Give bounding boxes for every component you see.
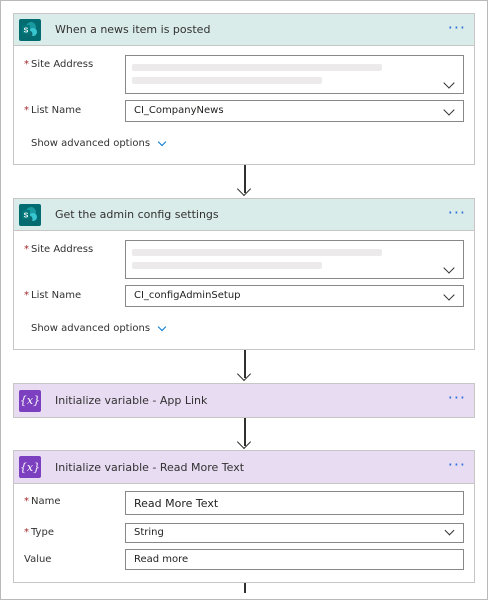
site-address-dropdown[interactable] — [125, 55, 464, 94]
redacted-text — [132, 64, 382, 71]
site-address-label: * Site Address — [24, 59, 94, 70]
more-options-icon[interactable]: ··· — [448, 457, 466, 473]
show-advanced-options[interactable]: Show advanced options — [31, 137, 167, 149]
chevron-down-icon[interactable] — [443, 262, 455, 274]
redacted-text — [132, 77, 322, 84]
flow-arrow — [236, 418, 252, 450]
list-name-label: * List Name — [24, 290, 82, 301]
show-advanced-options-label: Show advanced options — [31, 323, 151, 334]
flow-arrow — [236, 165, 252, 197]
read-more-variable-card-header[interactable]: {x} Initialize variable - Read More Text… — [14, 451, 474, 484]
show-advanced-options-label: Show advanced options — [31, 138, 151, 149]
list-name-value: CI_CompanyNews — [134, 105, 224, 116]
trigger-card: S When a news item is posted ··· * Site A… — [13, 13, 475, 165]
svg-text:S: S — [24, 212, 29, 219]
redacted-text — [132, 262, 322, 269]
app-link-variable-card[interactable]: {x} Initialize variable - App Link ··· — [13, 383, 475, 418]
redacted-text — [132, 249, 382, 256]
variable-icon: {x} — [19, 389, 41, 412]
list-name-dropdown[interactable]: CI_CompanyNews — [125, 100, 464, 122]
sharepoint-icon: S — [19, 18, 41, 41]
type-label: * Type — [24, 527, 54, 538]
type-value: String — [134, 527, 164, 538]
chevron-down-icon[interactable] — [443, 104, 455, 116]
list-name-label: * List Name — [24, 105, 82, 116]
value-value: Read more — [134, 554, 189, 565]
list-name-dropdown[interactable]: CI_configAdminSetup — [125, 285, 464, 307]
more-options-icon[interactable]: ··· — [448, 205, 466, 221]
read-more-variable-card: {x} Initialize variable - Read More Text… — [13, 450, 475, 583]
name-input[interactable]: Read More Text — [125, 491, 464, 515]
site-address-label: * Site Address — [24, 244, 94, 255]
app-link-variable-card-header[interactable]: {x} Initialize variable - App Link ··· — [14, 384, 474, 417]
value-input[interactable]: Read more — [125, 549, 464, 570]
value-label: Value — [24, 554, 52, 565]
flow-arrow — [236, 350, 252, 382]
list-name-value: CI_configAdminSetup — [134, 290, 241, 301]
svg-text:S: S — [24, 27, 29, 34]
flow-connector — [244, 583, 246, 593]
trigger-card-title: When a news item is posted — [55, 23, 211, 36]
trigger-card-header[interactable]: S When a news item is posted ··· — [14, 14, 474, 46]
admin-config-card-title: Get the admin config settings — [55, 208, 219, 221]
read-more-variable-card-title: Initialize variable - Read More Text — [55, 460, 245, 474]
chevron-down-icon — [157, 322, 167, 332]
name-label: * Name — [24, 496, 61, 507]
chevron-down-icon — [157, 137, 167, 147]
admin-config-card-header[interactable]: S Get the admin config settings ··· — [14, 199, 474, 231]
chevron-down-icon[interactable] — [443, 289, 455, 301]
more-options-icon[interactable]: ··· — [448, 20, 466, 36]
chevron-down-icon[interactable] — [444, 525, 455, 536]
name-value: Read More Text — [134, 497, 219, 510]
type-dropdown[interactable]: String — [125, 523, 464, 543]
more-options-icon[interactable]: ··· — [448, 390, 466, 406]
site-address-dropdown[interactable] — [125, 240, 464, 279]
sharepoint-icon: S — [19, 203, 41, 226]
chevron-down-icon[interactable] — [443, 77, 455, 89]
show-advanced-options[interactable]: Show advanced options — [31, 322, 167, 334]
app-link-variable-card-title: Initialize variable - App Link — [55, 394, 208, 407]
variable-icon: {x} — [19, 456, 41, 478]
admin-config-card: S Get the admin config settings ··· * Sit… — [13, 198, 475, 350]
